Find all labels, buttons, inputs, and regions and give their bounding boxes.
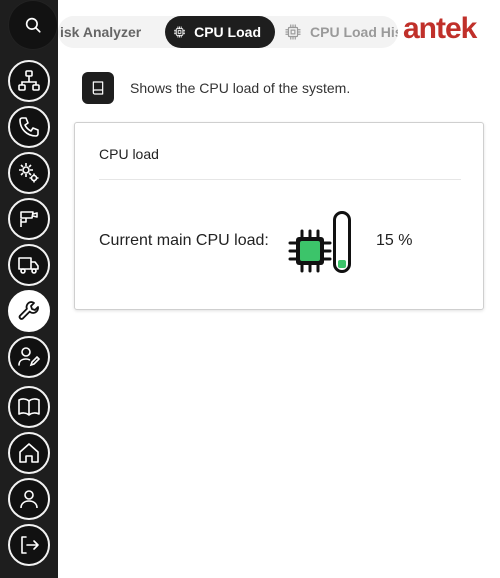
truck-icon: [18, 257, 39, 274]
gears-icon: [19, 163, 39, 183]
tab-cpu-load-history[interactable]: CPU Load Hist: [276, 16, 398, 48]
camera-icon: [20, 211, 38, 227]
tab-bar: isk Analyzer CPU Load CPU Load Hist: [58, 16, 398, 48]
user-icon: [20, 490, 38, 509]
sidebar-item-gears[interactable]: [8, 152, 50, 194]
sidebar-item-user[interactable]: [8, 478, 50, 520]
sidebar-item-book[interactable]: [8, 386, 50, 428]
chip-icon: [285, 24, 301, 40]
wrench-icon: [18, 301, 39, 320]
info-button[interactable]: [82, 72, 114, 104]
card-title: CPU load: [99, 146, 159, 162]
sidebar-item-home[interactable]: [8, 432, 50, 474]
sidebar-item-truck[interactable]: [8, 244, 50, 286]
tab-label: CPU Load Hist: [310, 24, 398, 40]
tab-label: CPU Load: [194, 24, 261, 40]
cpu-load-label: Current main CPU load:: [99, 232, 269, 249]
phone-icon: [19, 117, 39, 137]
book-icon: [92, 81, 104, 95]
sidebar-item-camera[interactable]: [8, 198, 50, 240]
tab-label: isk Analyzer: [60, 24, 142, 40]
search-button[interactable]: [9, 1, 57, 49]
user-pen-icon: [18, 347, 41, 367]
cpu-load-card: CPU load Current main CPU load: 15 %: [74, 122, 484, 310]
cpu-load-value: 15 %: [376, 232, 413, 249]
sidebar-item-network[interactable]: [8, 60, 50, 102]
sidebar-item-phone[interactable]: [8, 106, 50, 148]
cpu-chip-icon: [288, 229, 332, 273]
brand-logo: antek: [403, 12, 477, 45]
network-icon: [18, 70, 40, 91]
page-description: Shows the CPU load of the system.: [130, 80, 351, 96]
cpu-load-gauge-fill: [338, 260, 346, 268]
sidebar-item-logout[interactable]: [8, 524, 50, 566]
home-icon: [19, 443, 39, 463]
book-icon: [18, 398, 40, 416]
sidebar-item-user-edit[interactable]: [8, 336, 50, 378]
chip-icon: [174, 26, 186, 38]
logout-icon: [21, 536, 39, 554]
tab-cpu-load[interactable]: CPU Load: [165, 16, 275, 48]
sidebar-item-wrench[interactable]: [8, 290, 50, 332]
sidebar: [0, 0, 58, 578]
tab-disk-analyzer[interactable]: isk Analyzer: [58, 16, 156, 48]
search-icon: [25, 17, 41, 33]
divider: [99, 179, 461, 180]
cpu-load-gauge: [333, 211, 351, 273]
